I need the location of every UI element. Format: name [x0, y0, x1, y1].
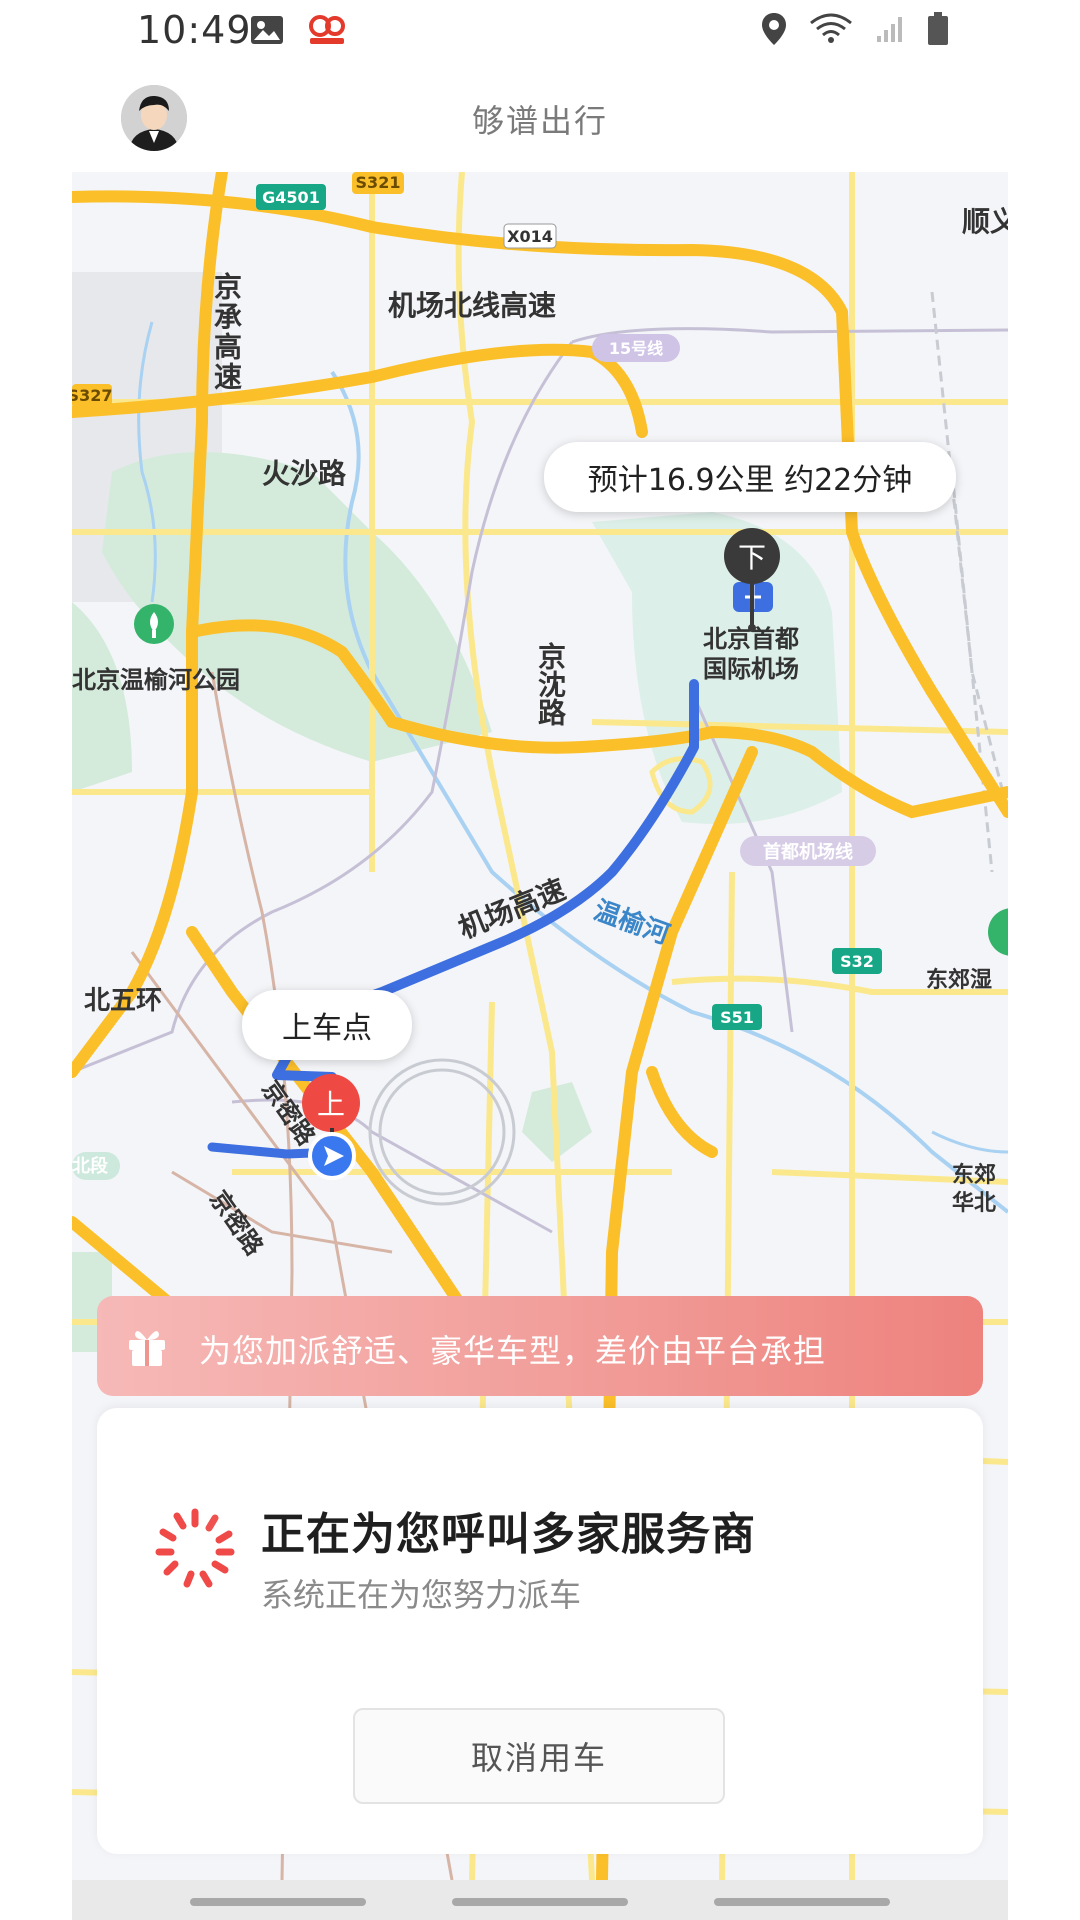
label-jingshun-road: 京沈路 [534, 642, 567, 726]
loading-spinner-icon [155, 1508, 235, 1588]
label-jingcheng-expressway: 京承高速 [210, 272, 243, 392]
shield-s51: S51 [720, 1008, 754, 1027]
shield-s321: S321 [356, 173, 401, 192]
shield-x014: X014 [507, 227, 553, 246]
dispatch-subtitle: 系统正在为您努力派车 [261, 1576, 582, 1614]
page-title: 够谱出行 [471, 102, 608, 140]
signal-icon [875, 14, 905, 48]
label-shunyi: 顺义 [962, 205, 1008, 238]
label-dongjiao-huabei: 东郊华北 [952, 1163, 997, 1216]
north-section-label: 北段 [72, 1155, 109, 1177]
label-airport-north-expressway: 机场北线高速 [388, 289, 557, 322]
nav-back-button[interactable] [714, 1898, 890, 1906]
pickup-bubble[interactable]: 上车点 [242, 990, 412, 1060]
battery-icon [927, 12, 949, 50]
nav-home-button[interactable] [452, 1898, 628, 1906]
gift-icon [129, 1331, 165, 1366]
nav-recent-button[interactable] [190, 1898, 366, 1906]
promo-text: 为您加派舒适、豪华车型，差价由平台承担 [199, 1332, 827, 1370]
wifi-icon [809, 13, 853, 49]
pickup-marker[interactable]: 上 [302, 1074, 360, 1132]
my-location-icon [308, 1132, 356, 1180]
dropoff-marker[interactable]: 下 [724, 528, 780, 584]
dropoff-stick [748, 582, 756, 632]
status-left-icons [250, 14, 346, 50]
airport-line-label: 首都机场线 [763, 841, 853, 863]
system-nav-bar [72, 1880, 1008, 1920]
promo-banner[interactable]: 为您加派舒适、豪华车型，差价由平台承担 [97, 1296, 983, 1396]
dispatch-title: 正在为您呼叫多家服务商 [261, 1509, 756, 1560]
status-time: 10:49 [137, 8, 252, 52]
park-icon [134, 604, 174, 644]
dispatch-card: 正在为您呼叫多家服务商 系统正在为您努力派车 取消用车 [97, 1408, 983, 1854]
label-north-fifth-ring: 北五环 [84, 986, 163, 1016]
shield-g4501: G4501 [262, 188, 320, 207]
status-bar: 10:49 [0, 0, 1080, 62]
shield-s327: S327 [72, 386, 112, 405]
app-header: 够谱出行 [0, 62, 1080, 174]
location-icon [761, 12, 787, 50]
go-app-icon [308, 14, 346, 50]
shield-s32: S32 [840, 952, 874, 971]
label-wenyuhe-park: 北京温榆河公园 [72, 666, 240, 694]
cancel-ride-button[interactable]: 取消用车 [353, 1708, 725, 1804]
gallery-icon [250, 15, 284, 49]
label-huosha-road: 火沙路 [262, 457, 347, 490]
label-dongjiao: 东郊湿 [926, 968, 993, 993]
line15-label: 15号线 [609, 339, 663, 358]
status-right-icons [761, 12, 949, 50]
app-screen: 10:49 够谱出行 G4501 S321 X014 S327 S32 S51 … [0, 0, 1080, 1920]
route-info-bubble: 预计16.9公里 约22分钟 [544, 442, 956, 512]
label-capital-airport: 北京首都国际机场 [703, 625, 799, 683]
